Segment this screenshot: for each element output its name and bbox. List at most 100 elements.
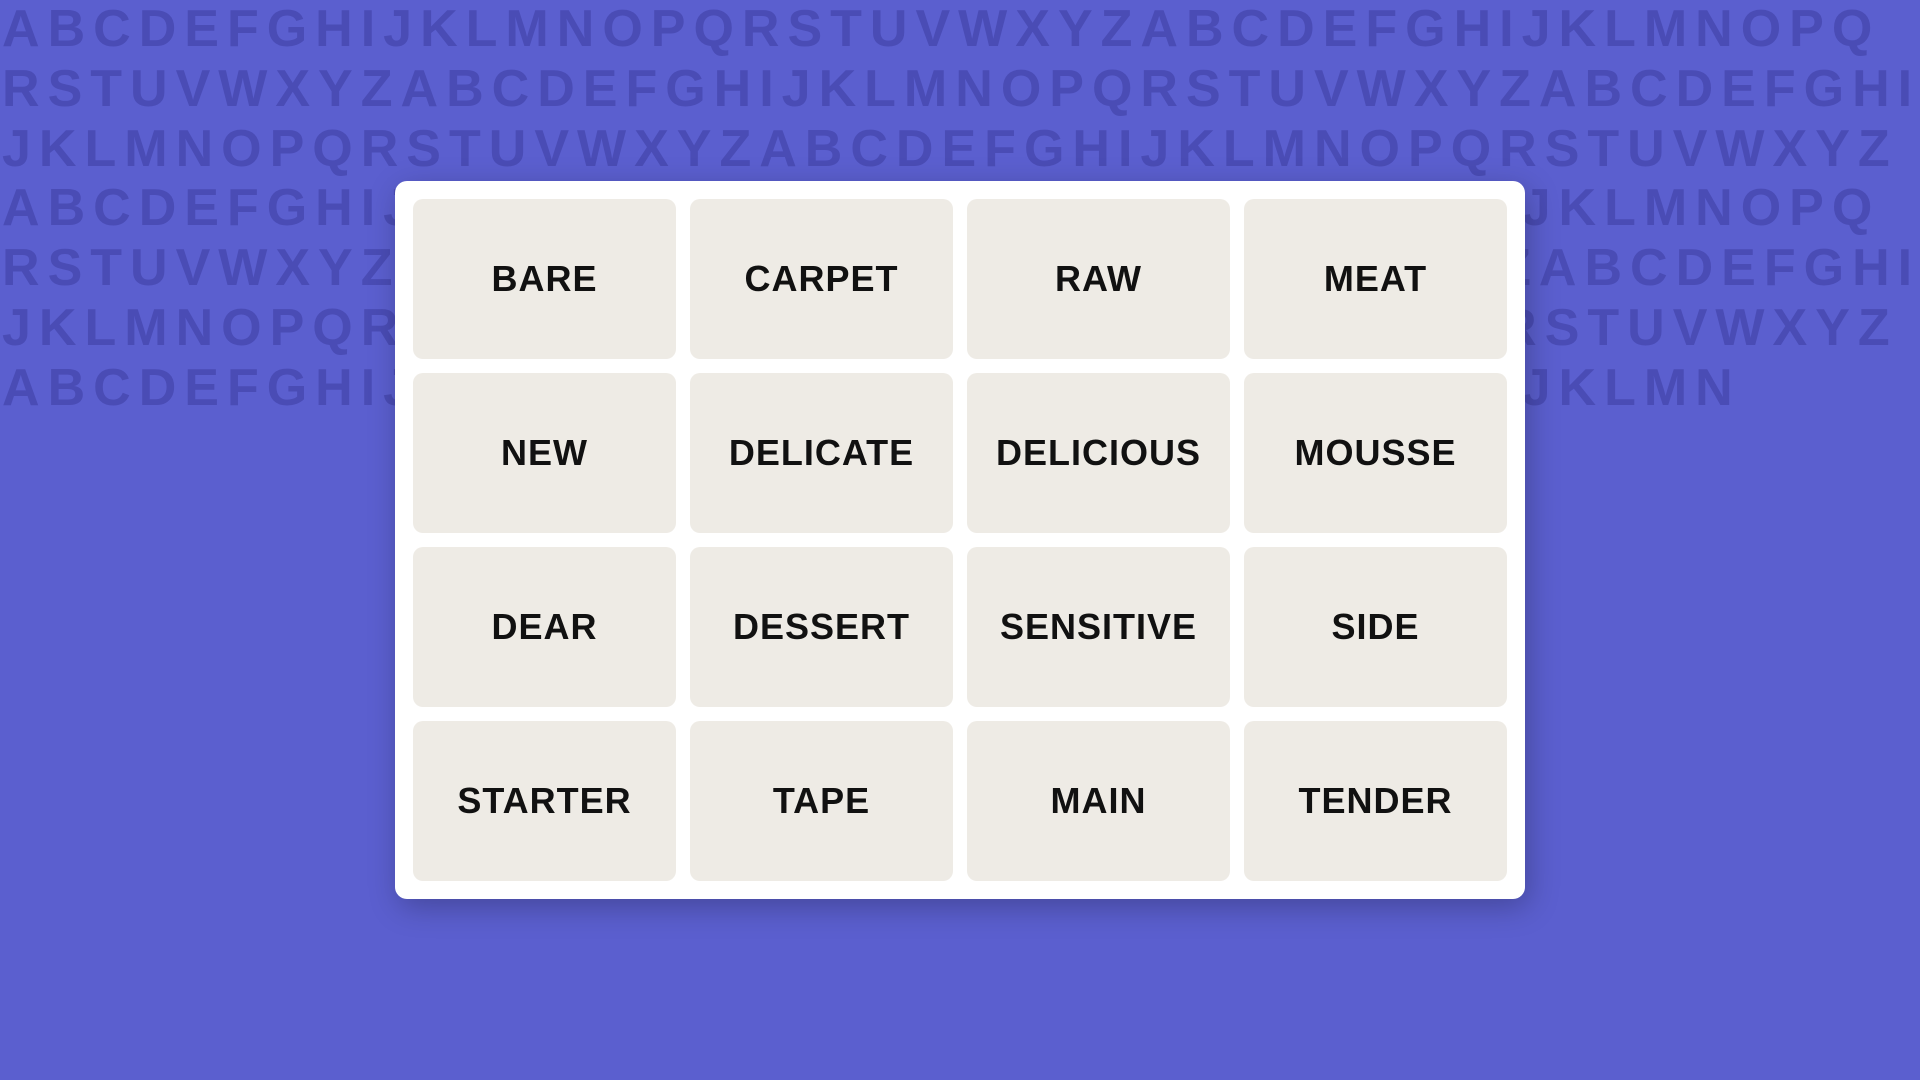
bg-letter: M — [1642, 359, 1693, 419]
bg-letter: H — [313, 0, 359, 60]
bg-letter: X — [1771, 299, 1814, 359]
bg-letter: Q — [1090, 60, 1138, 120]
bg-letter: W — [1713, 120, 1770, 180]
word-card-meat[interactable]: MEAT — [1244, 199, 1507, 359]
bg-letter: V — [1671, 120, 1714, 180]
bg-letter: D — [1674, 60, 1720, 120]
bg-letter: D — [137, 0, 183, 60]
bg-letter: G — [1802, 239, 1850, 299]
bg-letter: B — [1582, 60, 1628, 120]
bg-letter: B — [46, 0, 92, 60]
bg-letter: Z — [359, 239, 399, 299]
bg-letter: J — [0, 299, 37, 359]
bg-letter: A — [757, 120, 803, 180]
word-label-delicious: DELICIOUS — [996, 432, 1201, 474]
bg-letter: B — [444, 60, 490, 120]
bg-letter: I — [1497, 0, 1519, 60]
bg-letter: N — [1693, 179, 1739, 239]
word-card-sensitive[interactable]: SENSITIVE — [967, 547, 1230, 707]
bg-letter: L — [82, 120, 122, 180]
bg-letter: K — [1175, 120, 1221, 180]
bg-letter: C — [91, 179, 137, 239]
bg-letter: X — [273, 60, 316, 120]
bg-letter: X — [1771, 120, 1814, 180]
word-label-side: SIDE — [1331, 606, 1419, 648]
bg-letter: G — [1022, 120, 1070, 180]
bg-letter: K — [1557, 359, 1603, 419]
bg-letter: V — [174, 60, 217, 120]
bg-letter: C — [490, 60, 536, 120]
bg-letter: R — [0, 60, 46, 120]
bg-letter: H — [712, 60, 758, 120]
bg-letter: G — [265, 179, 313, 239]
bg-letter: C — [1230, 0, 1276, 60]
word-card-tender[interactable]: TENDER — [1244, 721, 1507, 881]
bg-letter: X — [1412, 60, 1455, 120]
bg-letter: P — [1406, 120, 1449, 180]
bg-letter: J — [780, 60, 817, 120]
bg-letter: U — [1625, 299, 1671, 359]
bg-letter: I — [359, 179, 381, 239]
bg-letter: R — [1138, 60, 1184, 120]
bg-letter: E — [581, 60, 624, 120]
word-label-mousse: MOUSSE — [1294, 432, 1456, 474]
bg-letter: Y — [1056, 0, 1099, 60]
word-card-starter[interactable]: STARTER — [413, 721, 676, 881]
bg-letter: Q — [1449, 120, 1497, 180]
bg-letter: I — [1896, 60, 1918, 120]
bg-letter: Z — [1099, 0, 1139, 60]
bg-letter: C — [848, 120, 894, 180]
word-card-raw[interactable]: RAW — [967, 199, 1230, 359]
bg-letter: A — [1537, 60, 1583, 120]
bg-letter: G — [1802, 60, 1850, 120]
word-card-carpet[interactable]: CARPET — [690, 199, 953, 359]
word-card-side[interactable]: SIDE — [1244, 547, 1507, 707]
word-card-dear[interactable]: DEAR — [413, 547, 676, 707]
bg-letter: K — [37, 120, 83, 180]
bg-letter: N — [1312, 120, 1358, 180]
bg-letter: I — [1116, 120, 1138, 180]
bg-letter: I — [757, 60, 779, 120]
bg-letter: P — [649, 0, 692, 60]
bg-letter: V — [532, 120, 575, 180]
bg-letter: T — [88, 239, 128, 299]
bg-letter: F — [225, 359, 265, 419]
bg-letter: Y — [1813, 299, 1856, 359]
bg-letter: E — [182, 0, 225, 60]
bg-letter: C — [91, 0, 137, 60]
word-card-new[interactable]: NEW — [413, 373, 676, 533]
bg-letter: P — [1787, 179, 1830, 239]
bg-letter: K — [817, 60, 863, 120]
bg-letter: J — [381, 0, 418, 60]
bg-letter: W — [575, 120, 632, 180]
bg-letter: V — [174, 239, 217, 299]
word-card-delicate[interactable]: DELICATE — [690, 373, 953, 533]
bg-letter: F — [225, 179, 265, 239]
bg-letter: H — [1850, 239, 1896, 299]
bg-letter: L — [464, 0, 504, 60]
word-label-dessert: DESSERT — [733, 606, 910, 648]
bg-letter: P — [1047, 60, 1090, 120]
bg-letter: R — [740, 0, 786, 60]
bg-letter: X — [1013, 0, 1056, 60]
bg-letter: H — [1850, 60, 1896, 120]
bg-letter: S — [46, 60, 89, 120]
word-card-main[interactable]: MAIN — [967, 721, 1230, 881]
bg-letter: G — [663, 60, 711, 120]
word-card-tape[interactable]: TAPE — [690, 721, 953, 881]
bg-letter: O — [219, 299, 267, 359]
bg-letter: C — [1628, 60, 1674, 120]
bg-letter: S — [1543, 299, 1586, 359]
word-grid: BARECARPETRAWMEAT NEWDELICATE DELICIOUS MOU… — [413, 199, 1507, 881]
bg-letter: V — [1312, 60, 1355, 120]
word-label-starter: STARTER — [457, 780, 631, 822]
bg-letter: D — [1275, 0, 1321, 60]
bg-letter: S — [404, 120, 447, 180]
word-card-mousse[interactable]: MOUSSE — [1244, 373, 1507, 533]
word-card-dessert[interactable]: DESSERT — [690, 547, 953, 707]
word-card-bare[interactable]: BARE — [413, 199, 676, 359]
word-card-delicious[interactable]: DELICIOUS — [967, 373, 1230, 533]
bg-letter: D — [137, 179, 183, 239]
bg-letter: O — [1358, 120, 1406, 180]
bg-letter: E — [939, 120, 982, 180]
